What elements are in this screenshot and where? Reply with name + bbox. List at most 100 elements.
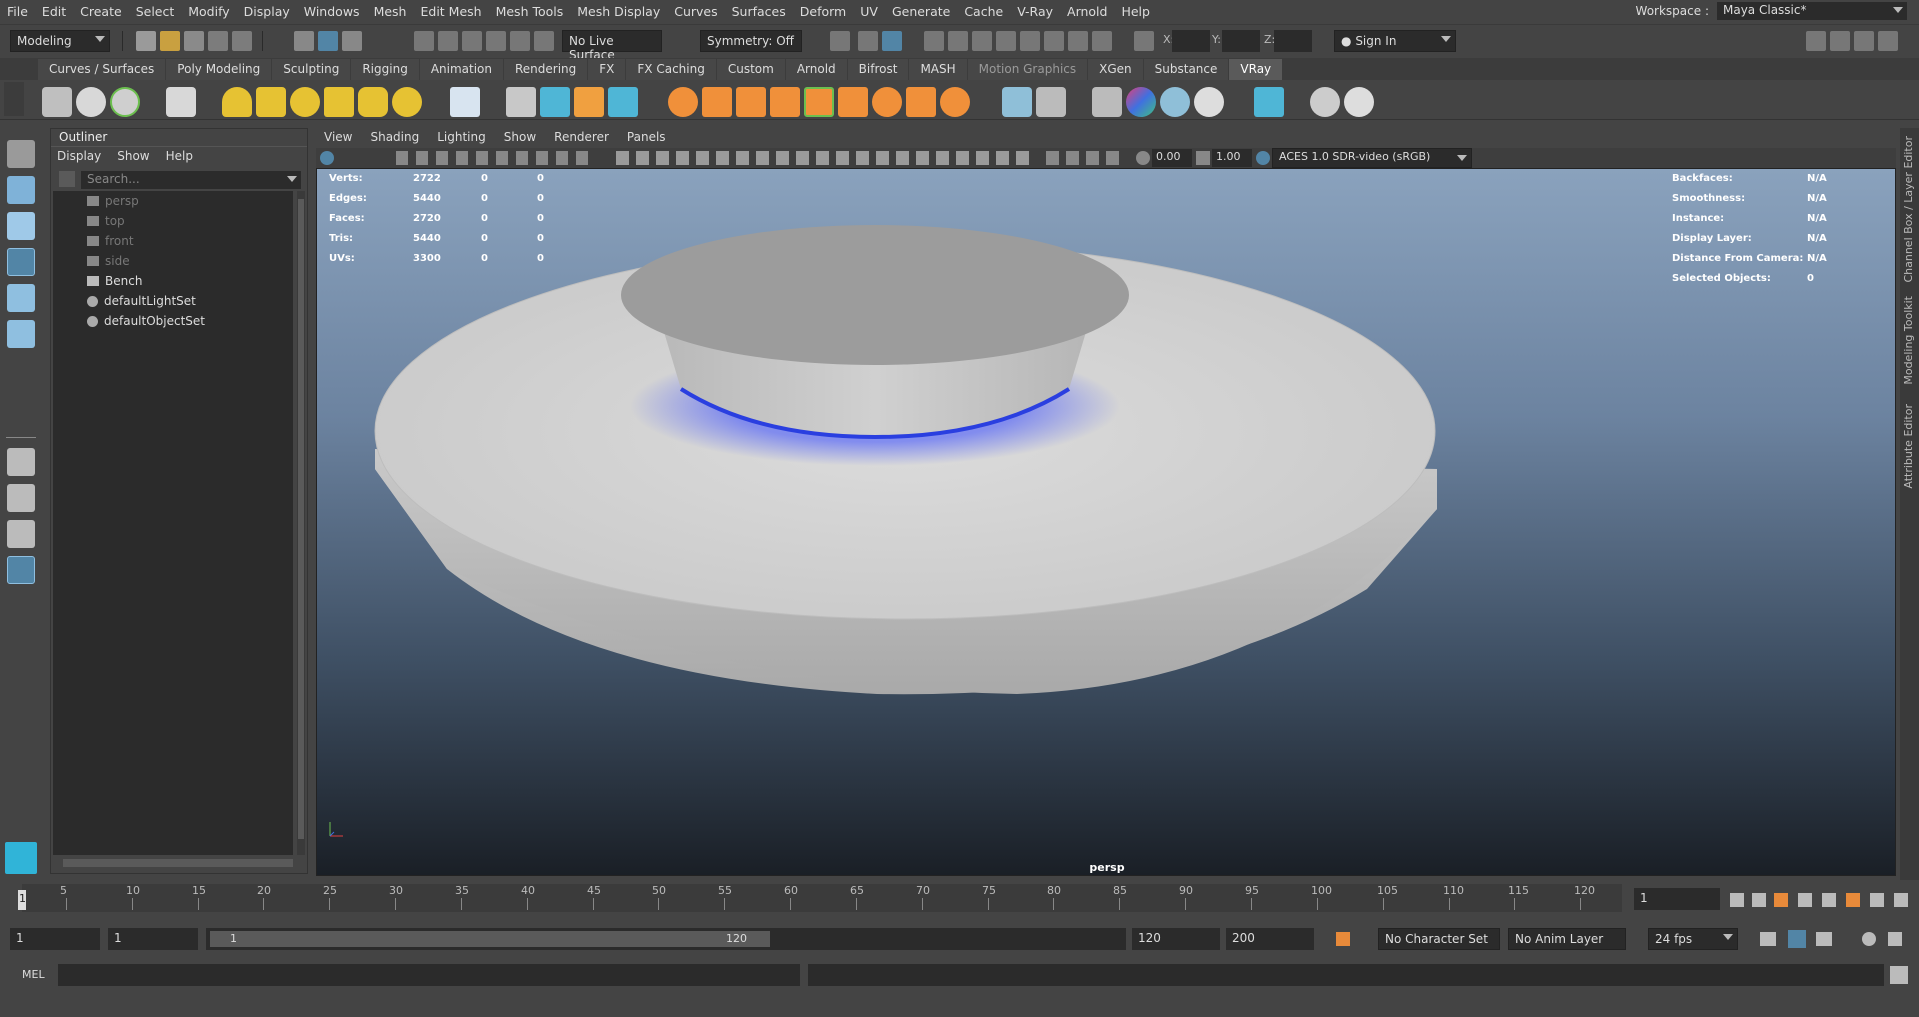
tool-settings-icon[interactable] [1854, 31, 1874, 51]
select-tool-icon[interactable] [7, 140, 35, 168]
time-slider-track[interactable]: 5 10 15 20 25 30 35 40 45 50 55 60 65 70 75 80 85 90 95 100… [22, 884, 1622, 912]
lasso-tool-icon[interactable] [7, 176, 35, 204]
menu-create[interactable]: Create [73, 4, 129, 19]
step-back-frame-icon[interactable] [1752, 893, 1766, 907]
menu-display[interactable]: Display [237, 4, 297, 19]
gamma-field[interactable]: 1.00 [1212, 149, 1252, 167]
step-forward-frame-icon[interactable] [1870, 893, 1884, 907]
vray-displacement-icon[interactable] [702, 87, 732, 117]
go-to-end-icon[interactable] [1894, 893, 1908, 907]
command-language-label[interactable]: MEL [22, 968, 45, 981]
menu-curves[interactable]: Curves [667, 4, 724, 19]
viewport-menu-show[interactable]: Show [504, 130, 536, 146]
vray-decal-icon[interactable] [838, 87, 868, 117]
menu-edit[interactable]: Edit [35, 4, 73, 19]
render-view-icon[interactable] [924, 31, 944, 51]
auto-key-icon[interactable] [1336, 932, 1350, 946]
shelf-tab-poly-modeling[interactable]: Poly Modeling [166, 59, 272, 80]
menu-mesh-tools[interactable]: Mesh Tools [489, 4, 571, 19]
gamma-icon[interactable] [1196, 151, 1210, 165]
play-forwards-icon[interactable] [1822, 893, 1836, 907]
x-field[interactable] [1172, 30, 1210, 52]
tab-channel-box[interactable]: Channel Box / Layer Editor [1902, 136, 1915, 283]
outliner-menu-help[interactable]: Help [166, 149, 193, 165]
outliner-search-input[interactable]: Search... [81, 171, 301, 189]
vray-render-settings-icon[interactable] [42, 87, 72, 117]
z-field[interactable] [1274, 30, 1312, 52]
vray-scene-export-icon[interactable] [608, 87, 638, 117]
loop-icon[interactable] [1760, 932, 1776, 946]
paint-select-icon[interactable] [7, 212, 35, 240]
sign-in-dropdown[interactable]: ● Sign In [1334, 30, 1456, 52]
outliner-menu-show[interactable]: Show [117, 149, 149, 165]
outliner-item-defaultobjectset[interactable]: defaultObjectSet [53, 311, 293, 331]
live-surface-field[interactable]: No Live Surface [562, 30, 662, 62]
outliner-vertical-scrollbar[interactable] [297, 191, 305, 855]
viewport-menu-view[interactable]: View [324, 130, 352, 146]
tab-attribute-editor[interactable]: Attribute Editor [1902, 404, 1915, 489]
fps-dropdown[interactable]: 24 fps [1648, 928, 1738, 950]
command-input[interactable] [58, 964, 800, 986]
isolate-tools-icons[interactable] [1046, 151, 1126, 165]
workspace-dropdown[interactable]: Maya Classic* [1717, 2, 1907, 20]
render-frame-icon[interactable] [858, 31, 878, 51]
menu-arnold[interactable]: Arnold [1060, 4, 1114, 19]
attribute-editor-icon[interactable] [1830, 31, 1850, 51]
exposure-icon[interactable] [1136, 151, 1150, 165]
vray-logo-icon[interactable] [1344, 87, 1374, 117]
color-management-icon[interactable] [1256, 151, 1270, 165]
outliner-item-persp[interactable]: persp [53, 191, 293, 211]
playback-start-field[interactable]: 1 [108, 928, 198, 950]
render-sequence-icon[interactable] [1020, 31, 1040, 51]
construction-history-icon[interactable] [830, 31, 850, 51]
shading-tools-icons[interactable] [616, 151, 1036, 165]
sound-icon[interactable] [1816, 932, 1832, 946]
tab-modeling-toolkit[interactable]: Modeling Toolkit [1902, 296, 1915, 385]
snap-surface-icon[interactable] [510, 31, 530, 51]
transform-mode-icon[interactable] [1134, 31, 1154, 51]
outliner-menu-display[interactable]: Display [57, 149, 101, 165]
animation-end-field[interactable]: 200 [1226, 928, 1314, 950]
rotate-tool-icon[interactable] [7, 284, 35, 312]
menu-uv[interactable]: UV [853, 4, 885, 19]
current-frame-field[interactable]: 1 [1634, 888, 1720, 910]
vray-frame-buffer-icon[interactable] [76, 87, 106, 117]
open-scene-icon[interactable] [160, 31, 180, 51]
cache-playback-icon[interactable] [1788, 930, 1806, 948]
anim-layer-dropdown[interactable]: No Anim Layer [1508, 928, 1626, 950]
vray-object-properties-icon[interactable] [770, 87, 800, 117]
save-scene-icon[interactable] [184, 31, 204, 51]
pause-render-icon[interactable] [1092, 31, 1112, 51]
snap-point-icon[interactable] [462, 31, 482, 51]
menu-select[interactable]: Select [129, 4, 182, 19]
play-backwards-icon[interactable] [1798, 893, 1812, 907]
vray-render-icon[interactable] [1068, 31, 1088, 51]
select-component-icon[interactable] [342, 31, 362, 51]
vray-sun-icon[interactable] [392, 87, 422, 117]
vray-material-editor-icon[interactable] [1036, 87, 1066, 117]
vray-rect-light-icon[interactable] [256, 87, 286, 117]
character-set-dropdown[interactable]: No Character Set [1378, 928, 1500, 950]
outliner-filter-icon[interactable] [59, 171, 75, 187]
step-forward-key-icon[interactable] [1846, 893, 1860, 907]
shelf-tab-rendering[interactable]: Rendering [504, 59, 588, 80]
animation-start-field[interactable]: 1 [10, 928, 100, 950]
hypershade-icon[interactable] [972, 31, 992, 51]
light-editor-icon[interactable] [996, 31, 1016, 51]
menu-deform[interactable]: Deform [793, 4, 853, 19]
outliner-horizontal-scrollbar[interactable] [63, 859, 293, 867]
shelf-tab-motion-graphics[interactable]: Motion Graphics [967, 59, 1088, 80]
vray-fur-icon[interactable] [668, 87, 698, 117]
redo-icon[interactable] [232, 31, 252, 51]
menu-mesh-display[interactable]: Mesh Display [570, 4, 667, 19]
vray-scene-icon[interactable] [574, 87, 604, 117]
shelf-tab-custom[interactable]: Custom [716, 59, 785, 80]
menu-help[interactable]: Help [1114, 4, 1157, 19]
menu-v-ray[interactable]: V-Ray [1010, 4, 1060, 19]
select-camera-icon[interactable] [320, 151, 334, 165]
menu-generate[interactable]: Generate [885, 4, 957, 19]
shelf-tab-substance[interactable]: Substance [1143, 59, 1229, 80]
shelf-tab-animation[interactable]: Animation [419, 59, 503, 80]
vray-settings-gear-icon[interactable] [940, 87, 970, 117]
move-tool-icon[interactable] [7, 248, 35, 276]
